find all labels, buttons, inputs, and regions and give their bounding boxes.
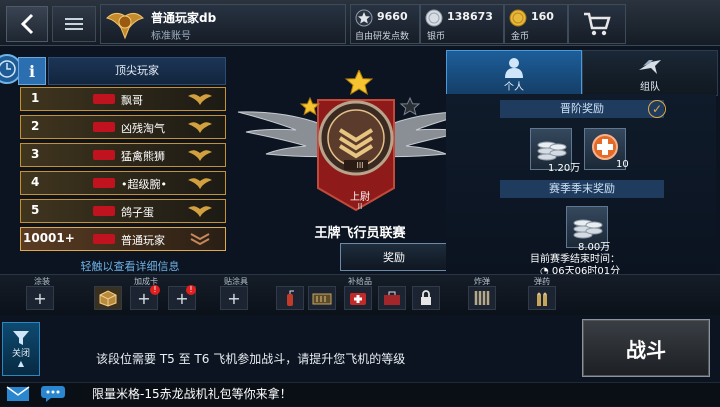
gold-balance[interactable]: 160 金币 bbox=[504, 4, 568, 44]
player-name: 猛禽熊狮 bbox=[121, 150, 165, 163]
ammo-slot[interactable] bbox=[528, 286, 556, 310]
crate-icon bbox=[99, 290, 117, 307]
rank-emblem-icon bbox=[106, 12, 144, 40]
rank-sub: II bbox=[357, 202, 363, 211]
rank-number: 4 bbox=[31, 175, 40, 189]
info-icon: i bbox=[28, 61, 36, 81]
leaderboard-row-self[interactable]: 10001+ 普通玩家 bbox=[20, 227, 226, 251]
player-name: 飘哥 bbox=[121, 94, 143, 107]
extinguisher-slot[interactable] bbox=[276, 286, 304, 310]
rank-number: 3 bbox=[31, 147, 40, 161]
rank-label: 上尉 bbox=[350, 192, 370, 203]
caret-up-icon: ▲ bbox=[17, 359, 25, 368]
leaderboard-row[interactable]: 2 凶残淘气 bbox=[20, 115, 226, 139]
reward-button[interactable]: 奖励 bbox=[340, 243, 448, 271]
leaderboard-row[interactable]: 5 鸽子蛋 bbox=[20, 199, 226, 223]
research-points[interactable]: 9660 自由研发点数 bbox=[350, 4, 420, 44]
leaderboard-row[interactable]: 3 猛禽熊狮 bbox=[20, 143, 226, 167]
player-name: 凶残淘气 bbox=[121, 122, 165, 135]
tab-personal[interactable]: 个人 bbox=[446, 50, 582, 96]
flag-icon bbox=[93, 122, 115, 132]
rank-number: 10001+ bbox=[23, 231, 75, 245]
alert-badge: ! bbox=[186, 285, 196, 295]
medkit-icon bbox=[350, 293, 366, 305]
tier-requirement-notice: 该段位需要 T5 至 T6 飞机参加战斗，请提升您飞机的等级 bbox=[96, 352, 406, 366]
bombs-icon bbox=[474, 291, 490, 305]
mail-button[interactable] bbox=[6, 386, 30, 402]
chat-icon bbox=[41, 386, 65, 402]
rank-number: 2 bbox=[31, 119, 40, 133]
locked-slot[interactable] bbox=[412, 286, 440, 310]
add-decal-slot[interactable]: + bbox=[220, 286, 248, 310]
gold-coin-icon bbox=[509, 9, 527, 27]
lock-icon bbox=[421, 290, 431, 305]
star-outline-icon bbox=[399, 96, 421, 116]
ammo-box-slot[interactable] bbox=[308, 286, 336, 310]
league-title: 王牌飞行员联赛 bbox=[314, 226, 406, 241]
alert-badge: ! bbox=[150, 285, 160, 295]
chat-button[interactable] bbox=[40, 385, 66, 403]
leaderboard-row[interactable]: 4 •超级腕• bbox=[20, 171, 226, 195]
wings-badge-icon bbox=[188, 206, 212, 217]
jets-icon bbox=[639, 60, 661, 74]
toolbox-slot[interactable] bbox=[378, 286, 406, 310]
promotion-reward-header: 晋阶奖励 bbox=[500, 100, 664, 118]
star-icon bbox=[299, 96, 321, 116]
wings-badge-icon bbox=[188, 178, 212, 189]
leaderboard-hint[interactable]: 轻触以查看详细信息 bbox=[40, 258, 220, 274]
ammo-box-icon bbox=[312, 293, 332, 305]
rank-number: 5 bbox=[31, 203, 40, 217]
info-button[interactable]: i bbox=[18, 57, 46, 85]
repair-reward-value: 10 bbox=[616, 159, 629, 170]
flag-icon bbox=[93, 178, 115, 188]
equipment-bar: 涂装 + 加成卡 + ! + ! 贴涂具 + 补给品 炸弹 弹药 bbox=[0, 274, 720, 315]
bomb-slot[interactable] bbox=[468, 286, 496, 310]
account-type: 标准账号 bbox=[151, 31, 191, 42]
news-ticker[interactable]: 限量米格-15赤龙战机礼包等你来拿！ bbox=[92, 385, 292, 402]
flag-icon bbox=[93, 94, 115, 104]
bullets-icon bbox=[537, 292, 547, 306]
medkit-slot[interactable] bbox=[344, 286, 372, 310]
filter-icon bbox=[13, 331, 29, 345]
player-profile[interactable]: 普通玩家db 标准账号 bbox=[100, 4, 346, 44]
player-name: 普通玩家db bbox=[151, 11, 217, 25]
tab-team[interactable]: 组队 bbox=[582, 50, 718, 96]
clock-icon bbox=[0, 60, 16, 78]
toolbox-icon bbox=[384, 291, 400, 305]
mail-icon bbox=[6, 386, 30, 401]
player-name: 鸽子蛋 bbox=[121, 206, 154, 219]
silver-coin-icon bbox=[425, 9, 443, 27]
rank-numeral: III bbox=[356, 161, 364, 170]
cart-icon bbox=[584, 12, 611, 36]
chevron-left-icon bbox=[20, 13, 34, 35]
flag-icon bbox=[93, 234, 115, 244]
season-reward-header: 赛季季末奖励 bbox=[500, 180, 664, 198]
leaderboard-row[interactable]: 1 飘哥 bbox=[20, 87, 226, 111]
filter-close-button[interactable]: 关闭 ▲ bbox=[2, 322, 40, 376]
chevron-rank-icon bbox=[190, 233, 210, 246]
person-icon bbox=[505, 58, 523, 78]
silver-reward-value: 1.20万 bbox=[548, 163, 581, 174]
add-paint-slot[interactable]: + bbox=[26, 286, 54, 310]
hamburger-menu-icon bbox=[65, 18, 83, 30]
flag-icon bbox=[93, 150, 115, 160]
player-name: •超级腕• bbox=[121, 178, 167, 191]
flag-icon bbox=[93, 206, 115, 216]
extinguisher-icon bbox=[287, 290, 294, 306]
rank-number: 1 bbox=[31, 91, 40, 105]
silver-balance[interactable]: 138673 银币 bbox=[420, 4, 504, 44]
star-icon bbox=[355, 9, 373, 27]
wings-badge-icon bbox=[188, 122, 212, 133]
shop-cart-button[interactable] bbox=[568, 4, 626, 44]
back-button[interactable] bbox=[6, 6, 48, 42]
player-name: 普通玩家 bbox=[121, 234, 165, 247]
battle-button[interactable]: 战斗 bbox=[582, 319, 710, 377]
wings-badge-icon bbox=[188, 94, 212, 105]
crate-slot[interactable] bbox=[94, 286, 122, 310]
check-circle-icon: ✓ bbox=[648, 100, 666, 118]
wings-badge-icon bbox=[188, 150, 212, 161]
leaderboard-title: 顶尖玩家 bbox=[48, 57, 226, 85]
star-icon bbox=[344, 70, 374, 96]
menu-button[interactable] bbox=[52, 6, 96, 42]
